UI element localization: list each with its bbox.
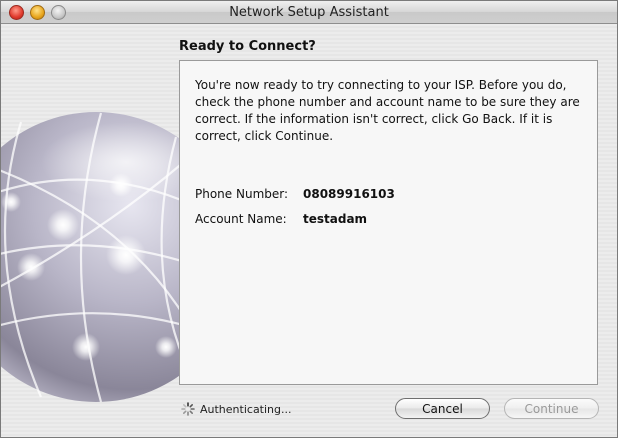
instructions-text: You're now ready to try connecting to yo… [195,78,580,143]
status-text: Authenticating... [200,403,292,416]
cancel-button[interactable]: Cancel [395,398,490,419]
connection-info-panel: You're now ready to try connecting to yo… [179,60,598,385]
continue-button[interactable]: Continue [504,398,599,419]
setup-assistant-window: Network Setup Assistant Ready to Connect… [0,0,618,438]
window-title: Network Setup Assistant [229,5,389,20]
phone-number-label: Phone Number: [195,187,289,201]
phone-number-value: 08089916103 [303,187,395,201]
account-name-row: Account Name: testadam [195,212,367,226]
account-name-label: Account Name: [195,212,287,226]
title-bar[interactable]: Network Setup Assistant [1,1,617,24]
assistant-content: Ready to Connect? You're now ready to tr… [1,24,617,437]
account-name-value: testadam [303,212,368,226]
page-heading: Ready to Connect? [179,39,316,54]
phone-number-row: Phone Number: 08089916103 [195,187,395,201]
spinner-icon [181,402,195,416]
